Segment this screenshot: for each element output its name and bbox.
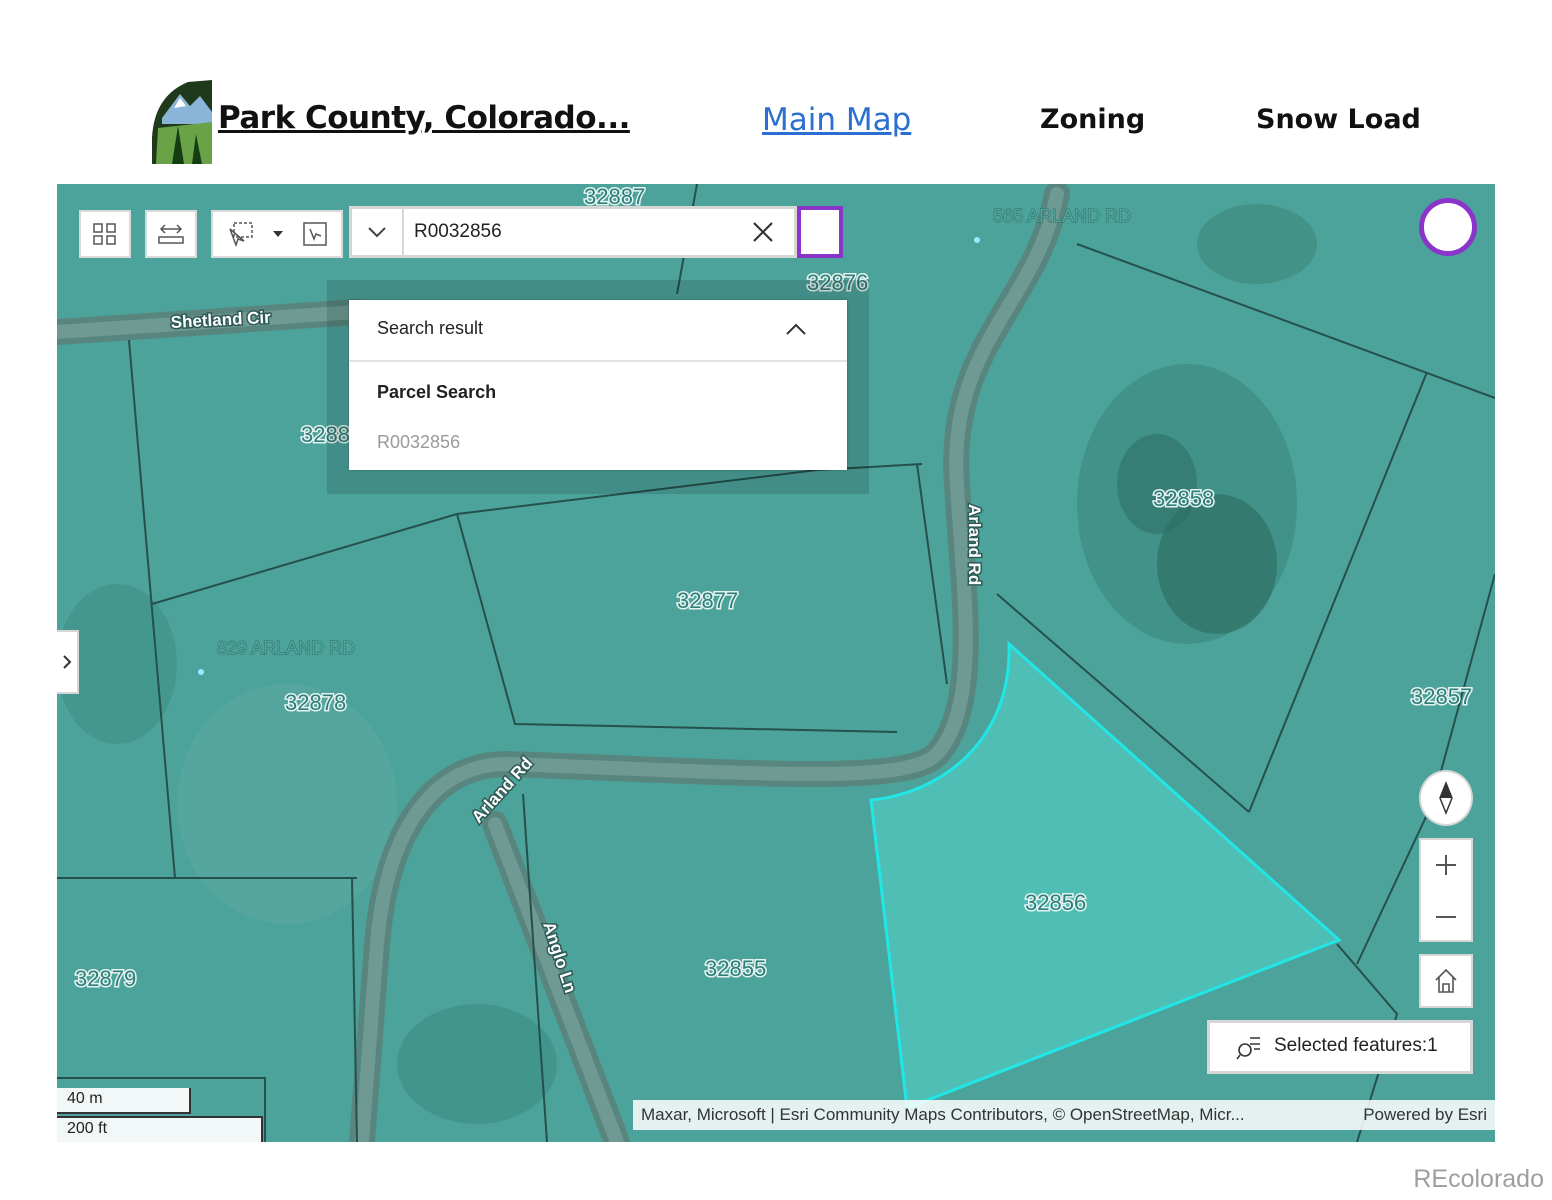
site-title[interactable]: Park County, Colorado...: [218, 100, 630, 136]
selected-features-button[interactable]: Selected features:1: [1207, 1020, 1473, 1074]
scale-bar-metric: 40 m: [57, 1088, 191, 1114]
measure-icon: [158, 224, 184, 244]
scale-metric-label: 40 m: [67, 1090, 103, 1107]
zoom-in-button[interactable]: [1421, 840, 1471, 890]
home-icon: [1435, 968, 1457, 993]
select-tools-button[interactable]: [211, 210, 343, 258]
parcel-label: 32879: [75, 966, 136, 991]
parcel-label: 32856: [1025, 890, 1086, 915]
selected-features-icon: [1236, 1037, 1260, 1060]
watermark: REcolorado: [1413, 1165, 1544, 1193]
zoom-controls: [1419, 838, 1473, 942]
parcel-label: 32857: [1411, 684, 1472, 709]
parcel-label: 32877: [677, 588, 738, 613]
address-point: [974, 237, 980, 243]
map-view[interactable]: 32887 32876 3288 32877 32858 32878 32857…: [57, 184, 1495, 1142]
chevron-right-icon: [63, 655, 72, 669]
compass-icon: [1439, 781, 1453, 815]
scale-imperial-label: 200 ft: [67, 1120, 108, 1137]
compass-button[interactable]: [1419, 770, 1473, 826]
parcel-label: 32855: [705, 956, 766, 981]
search-source-dropdown[interactable]: [352, 209, 404, 255]
address-label: 829 ARLAND RD: [217, 638, 355, 658]
result-item[interactable]: R0032856: [377, 432, 460, 453]
parcel-label: 32878: [285, 690, 346, 715]
address-point: [198, 669, 204, 675]
chevron-up-icon[interactable]: [785, 320, 807, 338]
nav-main-map[interactable]: Main Map: [762, 102, 911, 138]
nav-snow-load[interactable]: Snow Load: [1256, 104, 1421, 135]
location-button[interactable]: [1419, 198, 1477, 256]
expand-panel-button[interactable]: [57, 630, 79, 694]
plus-icon: [1436, 855, 1456, 875]
road-label: Arland Rd: [965, 504, 984, 585]
attribution-text[interactable]: Maxar, Microsoft | Esri Community Maps C…: [641, 1105, 1245, 1125]
address-label: 565 ARLAND RD: [993, 206, 1131, 226]
close-icon[interactable]: [750, 219, 776, 245]
nav-zoning[interactable]: Zoning: [1040, 104, 1145, 135]
minus-icon: [1436, 916, 1456, 918]
caret-down-icon: [273, 231, 283, 237]
measure-button[interactable]: [145, 210, 197, 258]
clear-selection-icon: [303, 222, 327, 246]
grid-select-button[interactable]: [79, 210, 131, 258]
selected-features-label: Selected features:1: [1274, 1035, 1438, 1056]
search-submit-button[interactable]: [797, 206, 843, 258]
grid-icon: [93, 223, 116, 245]
map-attribution: Maxar, Microsoft | Esri Community Maps C…: [633, 1100, 1495, 1130]
results-group-title: Parcel Search: [377, 382, 497, 402]
search-bar[interactable]: [349, 206, 797, 258]
select-cursor-icon: [229, 222, 253, 247]
county-logo[interactable]: [148, 78, 214, 166]
powered-by-esri[interactable]: Powered by Esri: [1363, 1105, 1487, 1125]
results-title: Search result: [377, 318, 484, 338]
search-input[interactable]: [414, 219, 734, 245]
search-results-panel: Search result Parcel Search R0032856: [349, 300, 847, 470]
zoom-out-button[interactable]: [1421, 892, 1471, 942]
results-header[interactable]: Search result: [349, 300, 847, 362]
scale-bar-imperial: 200 ft: [57, 1116, 263, 1142]
parcel-label: 32858: [1153, 486, 1214, 511]
chevron-down-icon: [368, 227, 386, 238]
home-button[interactable]: [1419, 954, 1473, 1008]
